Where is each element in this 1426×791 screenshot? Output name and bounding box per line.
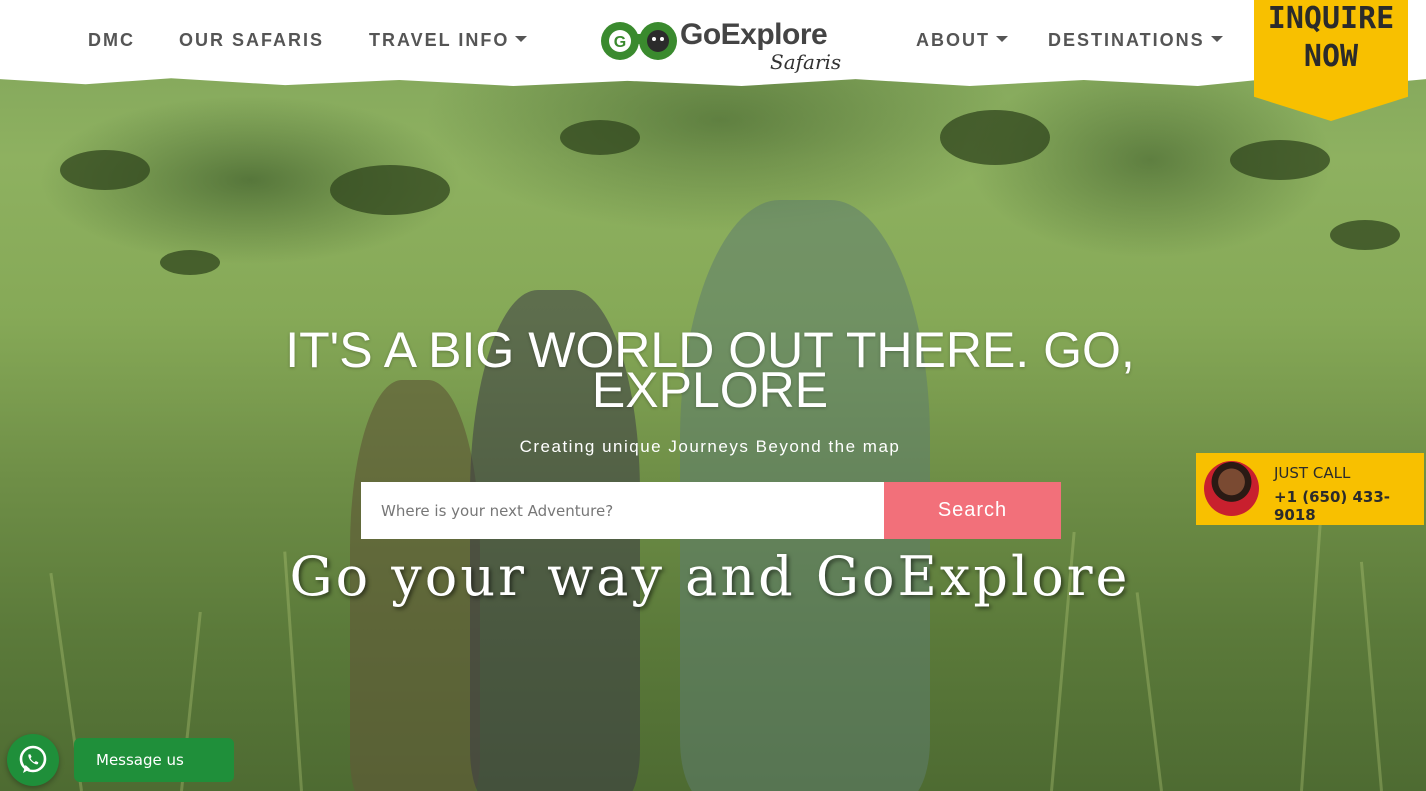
site-logo[interactable]: G GoExplore Safaris (600, 14, 845, 78)
search-button[interactable]: Search (884, 482, 1061, 539)
logo-subtitle: Safaris (770, 50, 842, 74)
inquire-now-button[interactable]: INQUIRE NOW (1254, 0, 1408, 121)
hero-subtitle: Creating unique Journeys Beyond the map (519, 437, 901, 456)
search-input[interactable] (361, 482, 884, 539)
call-label: JUST CALL (1274, 464, 1351, 482)
avatar (1204, 461, 1259, 516)
hero-tagline: Go your way and GoExplore (289, 545, 1131, 608)
caret-down-icon (515, 36, 528, 42)
whatsapp-message-button[interactable]: Message us (74, 738, 234, 782)
call-widget[interactable]: JUST CALL +1 (650) 433-9018 (1196, 453, 1424, 525)
svg-text:G: G (614, 34, 626, 51)
whatsapp-button[interactable] (7, 734, 59, 786)
nav-dmc[interactable]: DMC (88, 30, 135, 51)
nav-about[interactable]: ABOUT (916, 30, 1008, 51)
hero-title: IT'S A BIG WORLD OUT THERE. GO, EXPLORE (285, 322, 1135, 418)
caret-down-icon (1210, 36, 1223, 42)
nav-our-safaris[interactable]: OUR SAFARIS (179, 30, 324, 51)
whatsapp-icon (19, 745, 47, 773)
logo-wordmark: GoExplore (680, 18, 828, 51)
phone-number: +1 (650) 433-9018 (1274, 488, 1391, 524)
nav-destinations[interactable]: DESTINATIONS (1048, 30, 1223, 51)
caret-down-icon (996, 36, 1008, 42)
binoculars-logo-icon: G (601, 22, 677, 60)
nav-travel-info[interactable]: TRAVEL INFO (369, 30, 528, 51)
